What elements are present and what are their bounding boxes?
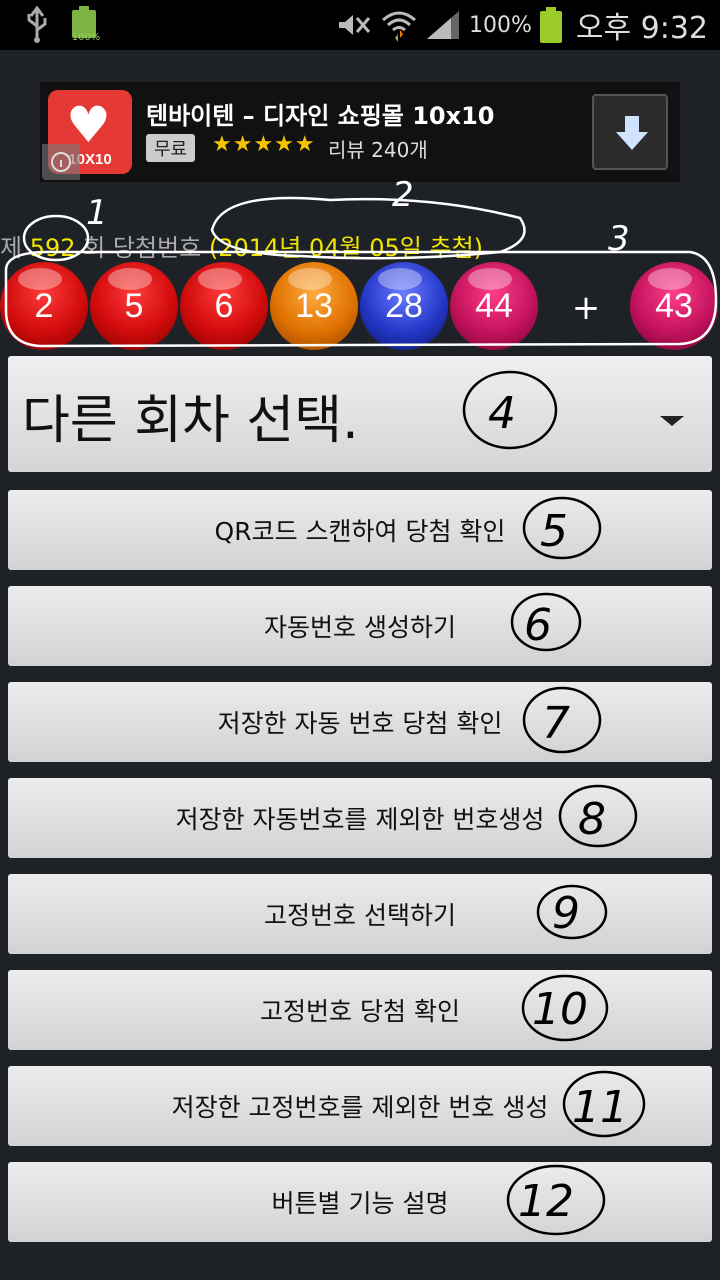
generate-excluding-saved-auto-button[interactable]: 저장한 자동번호를 제외한 번호생성 [8, 778, 712, 858]
ad-banner[interactable]: ♥ 10X10 텐바이텐 – 디자인 쇼핑몰 10x10 무료 ★★★★★ 리뷰… [40, 82, 680, 182]
number-ball: 5 [90, 262, 178, 350]
ad-price-badge: 무료 [146, 134, 196, 162]
battery-full-notification-icon: 100% [68, 6, 100, 44]
draw-date: (2014년 04월 05일 추첨) [208, 234, 484, 262]
round-select-label: 다른 회차 선택. [22, 391, 359, 451]
select-fixed-numbers-button[interactable]: 고정번호 선택하기 [8, 874, 712, 954]
battery-notification-text: 100% [71, 32, 101, 43]
bonus-ball: 43 [630, 262, 718, 350]
usb-icon [27, 6, 47, 43]
status-bar: 100% 100% 오후 9:32 [0, 0, 720, 50]
draw-label: 회 당첨번호 [83, 234, 202, 262]
clock: 오후 9:32 [575, 11, 708, 46]
ad-info-icon[interactable] [42, 144, 80, 180]
number-ball: 28 [360, 262, 448, 350]
bonus-plus-sign: + [571, 288, 601, 328]
wifi-icon [381, 11, 416, 42]
app-content: ♥ 10X10 텐바이텐 – 디자인 쇼핑몰 10x10 무료 ★★★★★ 리뷰… [0, 50, 720, 1280]
battery-icon [539, 7, 562, 43]
battery-percent: 100% [468, 12, 532, 38]
ad-title: 텐바이텐 – 디자인 쇼핑몰 10x10 [146, 102, 495, 130]
ad-rating-stars: ★★★★★ [212, 132, 316, 157]
auto-generate-button[interactable]: 자동번호 생성하기 [8, 586, 712, 666]
signal-icon [426, 11, 459, 39]
draw-info: 제 592 회 당첨번호 (2014년 04월 05일 추첨) [0, 228, 720, 262]
generate-excluding-saved-fixed-button[interactable]: 저장한 고정번호를 제외한 번호 생성 [8, 1066, 712, 1146]
number-ball: 6 [180, 262, 268, 350]
ad-download-button[interactable] [592, 94, 668, 170]
number-ball: 44 [450, 262, 538, 350]
round-select-dropdown[interactable]: 다른 회차 선택. [8, 356, 712, 472]
button-help-button[interactable]: 버튼별 기능 설명 [8, 1162, 712, 1242]
status-bar-right: 100% 오후 9:32 [335, 4, 708, 46]
fixed-numbers-check-button[interactable]: 고정번호 당첨 확인 [8, 970, 712, 1050]
download-arrow-icon [616, 116, 648, 150]
qr-scan-check-button[interactable]: QR코드 스캔하여 당첨 확인 [8, 490, 712, 570]
heart-icon: ♥ [66, 96, 111, 154]
mute-icon [338, 15, 371, 35]
winning-numbers: 2 5 6 13 28 44 + 43 [0, 260, 720, 356]
dropdown-arrow-icon [660, 416, 684, 426]
saved-auto-check-button[interactable]: 저장한 자동 번호 당첨 확인 [8, 682, 712, 762]
draw-prefix: 제 [0, 234, 23, 262]
ad-review-count: 리뷰 240개 [328, 138, 428, 162]
number-ball: 2 [0, 262, 88, 350]
draw-round-number: 592 [29, 234, 76, 262]
number-ball: 13 [270, 262, 358, 350]
